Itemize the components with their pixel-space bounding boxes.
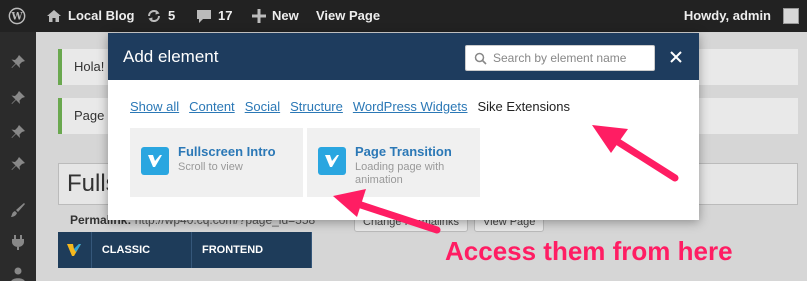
annotation-callout: Access them from here [445,236,733,266]
arrow-to-elements [333,189,441,234]
arrow-to-sike-tab [592,125,679,182]
